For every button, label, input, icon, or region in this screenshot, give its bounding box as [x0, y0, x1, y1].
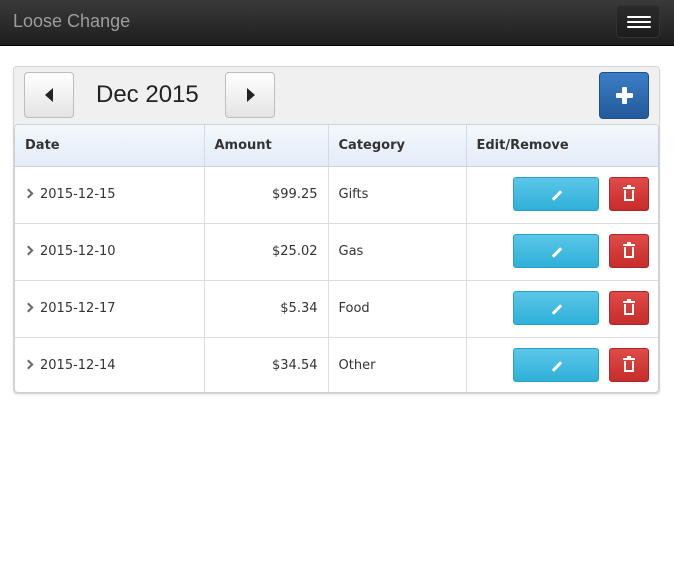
- chevron-right-icon[interactable]: [23, 188, 34, 199]
- amount-cell: $5.34: [204, 280, 329, 338]
- edit-button[interactable]: [512, 347, 599, 382]
- trash-icon-lid: [622, 243, 635, 246]
- pencil-icon: [551, 189, 562, 201]
- prev-month-button[interactable]: [24, 72, 74, 118]
- plus-icon-stroke: [622, 87, 627, 104]
- hamburger-icon-bar: [627, 26, 651, 28]
- edit-button[interactable]: [512, 290, 599, 325]
- table-row[interactable]: 2015-12-14 $34.54 Other: [15, 337, 658, 392]
- hamburger-icon: [627, 16, 651, 18]
- date-cell: 2015-12-10: [15, 223, 205, 281]
- amount-cell: $34.54: [204, 337, 329, 392]
- table-row[interactable]: 2015-12-10 $25.02 Gas: [15, 223, 658, 281]
- actions-cell: [466, 337, 658, 392]
- column-header-edit-remove: Edit/Remove: [466, 125, 658, 167]
- caret-right-icon: [247, 88, 255, 102]
- date-text: 2015-12-14: [40, 358, 116, 374]
- amount-cell: $25.02: [204, 223, 329, 281]
- chevron-right-icon[interactable]: [23, 302, 34, 313]
- actions-cell: [466, 166, 658, 224]
- pencil-icon: [551, 303, 562, 315]
- chevron-right-icon[interactable]: [23, 245, 34, 256]
- date-cell: 2015-12-14: [15, 337, 205, 392]
- date-cell: 2015-12-15: [15, 166, 205, 224]
- category-cell: Food: [328, 280, 467, 338]
- pencil-icon: [551, 246, 562, 258]
- app-title[interactable]: Loose Change: [13, 11, 130, 32]
- trash-icon-body: [623, 303, 634, 315]
- trash-icon-body: [623, 246, 634, 258]
- category-cell: Other: [328, 337, 467, 392]
- navbar: Loose Change: [0, 0, 674, 46]
- next-month-button[interactable]: [225, 72, 275, 118]
- amount-cell: $99.25: [204, 166, 329, 224]
- category-cell: Gas: [328, 223, 467, 281]
- trash-icon-body: [623, 189, 634, 201]
- expenses-table: Date Amount Category Edit/Remove 2015-12…: [14, 124, 659, 393]
- pencil-icon: [551, 360, 562, 372]
- column-header-amount[interactable]: Amount: [204, 125, 329, 167]
- delete-button[interactable]: [608, 176, 649, 211]
- column-header-category[interactable]: Category: [328, 125, 467, 167]
- trash-icon-lid: [622, 186, 635, 189]
- edit-button[interactable]: [512, 176, 599, 211]
- delete-button[interactable]: [608, 290, 649, 325]
- date-cell: 2015-12-17: [15, 280, 205, 338]
- date-text: 2015-12-15: [40, 187, 116, 202]
- edit-button[interactable]: [512, 233, 599, 268]
- chevron-right-icon[interactable]: [23, 359, 34, 370]
- delete-button[interactable]: [608, 233, 649, 268]
- actions-cell: [466, 223, 658, 281]
- table-header-row: Date Amount Category Edit/Remove: [15, 125, 658, 167]
- date-text: 2015-12-10: [40, 244, 116, 259]
- category-cell: Gifts: [328, 166, 467, 224]
- delete-button[interactable]: [608, 347, 649, 382]
- caret-left-icon: [45, 88, 53, 102]
- table-row[interactable]: 2015-12-17 $5.34 Food: [15, 280, 658, 338]
- column-header-date[interactable]: Date: [15, 125, 205, 167]
- menu-toggle-button[interactable]: [616, 5, 660, 38]
- actions-cell: [466, 280, 658, 338]
- trash-icon-lid: [622, 357, 635, 360]
- date-text: 2015-12-17: [40, 301, 116, 316]
- month-label: Dec 2015: [96, 81, 199, 108]
- table-row[interactable]: 2015-12-15 $99.25 Gifts: [15, 166, 658, 224]
- hamburger-icon-bar: [627, 21, 651, 23]
- trash-icon-lid: [622, 300, 635, 303]
- trash-icon-body: [623, 360, 634, 372]
- add-expense-button[interactable]: [599, 72, 649, 119]
